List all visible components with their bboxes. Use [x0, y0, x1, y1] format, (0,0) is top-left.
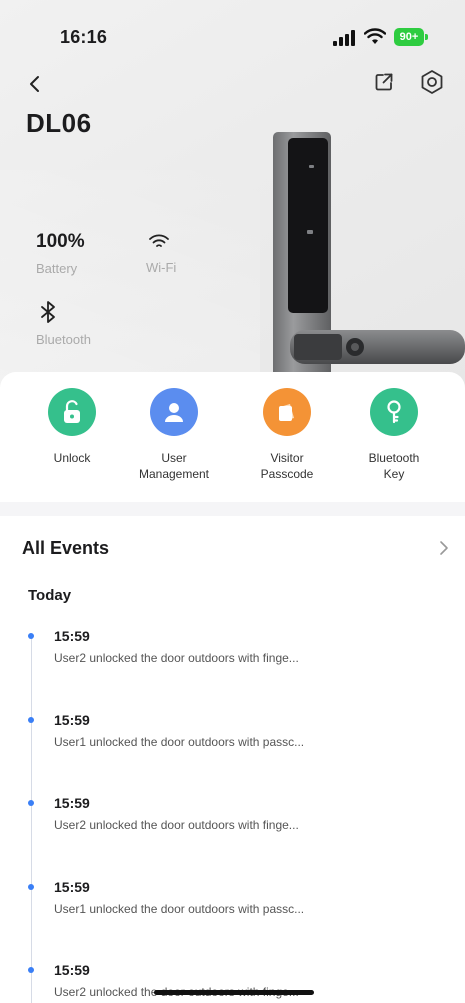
event-time: 15:59: [54, 879, 90, 895]
event-time: 15:59: [54, 628, 90, 644]
device-name: DL06: [26, 108, 92, 138]
visitor-passcode-line1: Visitor: [270, 451, 304, 465]
smart-lock-image: [273, 132, 465, 380]
timeline-dot: [28, 717, 34, 723]
event-item[interactable]: 15:59 User2 unlocked the door outdoors w…: [0, 628, 465, 688]
unlock-button[interactable]: Unlock: [24, 388, 120, 466]
visitor-passcode-label: Visitor Passcode: [239, 450, 335, 482]
all-events-link[interactable]: All Events: [22, 538, 109, 559]
chevron-right-icon[interactable]: [438, 539, 450, 557]
battery-stat: 100% Battery: [36, 231, 85, 276]
bluetooth-label: Bluetooth: [36, 332, 91, 347]
settings-icon[interactable]: [418, 68, 446, 96]
event-item[interactable]: 15:59 User2 unlocked the door outdoors w…: [0, 795, 465, 855]
passcode-icon: [279, 404, 294, 421]
wifi-icon: [149, 234, 169, 247]
user-management-line2: Management: [138, 467, 210, 481]
key-icon: [387, 400, 401, 424]
timeline-dot: [28, 633, 34, 639]
event-item[interactable]: 15:59 User2 unlocked the door outdoors w…: [0, 962, 465, 1003]
event-item[interactable]: 15:59 User1 unlocked the door outdoors w…: [0, 879, 465, 939]
back-icon[interactable]: [24, 72, 46, 96]
user-management-line1: User: [161, 451, 187, 465]
bluetooth-icon: [41, 301, 55, 323]
home-indicator: [154, 990, 314, 995]
event-description: User2 unlocked the door outdoors with fi…: [54, 651, 299, 665]
event-description: User2 unlocked the door outdoors with fi…: [54, 818, 299, 832]
status-time: 16:16: [60, 27, 108, 47]
section-separator: [0, 502, 465, 516]
bluetooth-key-circle: [370, 388, 418, 436]
event-description: User1 unlocked the door outdoors with pa…: [54, 902, 305, 916]
share-icon[interactable]: [372, 70, 396, 94]
timeline-dot: [28, 884, 34, 890]
bluetooth-key-label: Bluetooth Key: [346, 450, 442, 482]
event-item[interactable]: 15:59 User1 unlocked the door outdoors w…: [0, 712, 465, 772]
unlock-label: Unlock: [53, 451, 91, 465]
events-section: All Events Today 15:59 User2 unlocked th…: [0, 516, 465, 1003]
user-management-button[interactable]: User Management: [126, 388, 222, 482]
unlock-icon: [64, 400, 80, 423]
quick-actions: Unlock User Management Visitor Passcode: [0, 372, 465, 502]
unlock-circle: [48, 388, 96, 436]
bluetooth-key-button[interactable]: Bluetooth Key: [346, 388, 442, 482]
visitor-passcode-circle: [263, 388, 311, 436]
bluetooth-stat: Bluetooth: [36, 298, 91, 347]
user-icon: [165, 403, 183, 422]
wifi-label: Wi-Fi: [146, 260, 177, 275]
cellular-signal-icon: [333, 30, 355, 46]
bluetooth-key-line2: Key: [383, 467, 405, 481]
event-description: User1 unlocked the door outdoors with pa…: [54, 735, 305, 749]
wifi-stat: Wi-Fi: [146, 230, 176, 275]
event-time: 15:59: [54, 962, 90, 978]
timeline-dot: [28, 800, 34, 806]
battery-status: 90+: [394, 28, 428, 46]
visitor-passcode-line2: Passcode: [260, 467, 314, 481]
event-time: 15:59: [54, 712, 90, 728]
bluetooth-key-line1: Bluetooth: [368, 451, 420, 465]
status-bar: 16:16 90+: [0, 0, 465, 70]
timeline-dot: [28, 967, 34, 973]
event-time: 15:59: [54, 795, 90, 811]
events-day-header: Today: [28, 587, 72, 604]
visitor-passcode-button[interactable]: Visitor Passcode: [239, 388, 335, 482]
wifi-status-icon: [364, 28, 386, 44]
user-management-circle: [150, 388, 198, 436]
battery-value: 100%: [36, 231, 85, 252]
battery-label: Battery: [36, 261, 78, 276]
user-management-label: User Management: [126, 450, 222, 482]
